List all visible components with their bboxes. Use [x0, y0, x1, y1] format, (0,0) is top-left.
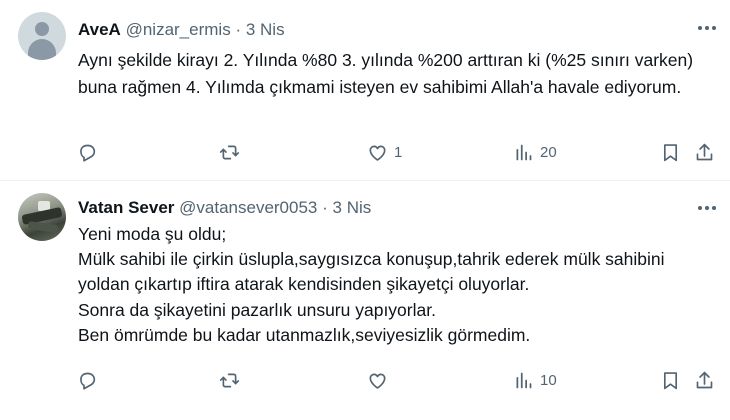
like-count: 1	[394, 143, 403, 161]
heart-icon	[369, 145, 386, 161]
retweet-button[interactable]	[219, 368, 240, 392]
share-upload-icon	[696, 371, 713, 388]
display-name[interactable]: AveA	[78, 20, 121, 39]
share-upload-icon	[696, 143, 713, 160]
share-button[interactable]	[694, 140, 715, 164]
bookmark-icon	[663, 371, 678, 389]
view-count: 20	[540, 143, 557, 161]
tweet-actions: 10	[77, 368, 717, 392]
reply-icon	[80, 372, 96, 390]
views-bar-chart-icon	[516, 372, 532, 388]
display-name[interactable]: Vatan Sever	[78, 198, 174, 217]
bookmark-icon	[663, 143, 678, 161]
views-button[interactable]: 10	[513, 368, 557, 392]
reply-button[interactable]	[77, 368, 98, 392]
tweet-date[interactable]: 3 Nis	[246, 20, 285, 39]
heart-icon	[369, 373, 386, 389]
view-count: 10	[540, 371, 557, 389]
separator-dot: ·	[322, 198, 328, 217]
reply-icon	[80, 144, 96, 162]
more-options-icon[interactable]	[698, 26, 716, 30]
reply-button[interactable]	[77, 140, 98, 164]
share-button[interactable]	[694, 368, 715, 392]
views-button[interactable]: 20	[513, 140, 557, 164]
bookmark-button[interactable]	[660, 368, 681, 392]
user-avatar[interactable]	[18, 193, 66, 241]
more-options-icon[interactable]	[698, 206, 716, 210]
retweet-icon	[219, 373, 240, 387]
avatar-body-shape	[28, 39, 56, 60]
retweet-button[interactable]	[219, 140, 240, 164]
bookmark-button[interactable]	[660, 140, 681, 164]
retweet-icon	[219, 145, 240, 159]
avatar-photo-detail	[27, 220, 59, 234]
tweet-text: Yeni moda şu oldu; Mülk sahibi ile çirki…	[78, 224, 665, 345]
separator-dot: ·	[235, 20, 242, 39]
like-button[interactable]: 1	[367, 140, 402, 164]
tweet-actions: 1 20	[77, 140, 717, 164]
tweet-text: Aynı şekilde kirayı 2. Yılında %80 3. yı…	[78, 50, 694, 97]
user-handle[interactable]: @vatansever0053	[179, 198, 317, 217]
user-avatar[interactable]	[18, 12, 66, 60]
tweet-date[interactable]: 3 Nis	[333, 198, 372, 217]
tweet[interactable]: Vatan Sever @vatansever0053 · 3 Nis Yeni…	[0, 181, 730, 420]
tweet-header: AveA @nizar_ermis · 3 Nis	[78, 19, 285, 41]
tweet-header: Vatan Sever @vatansever0053 · 3 Nis	[78, 197, 371, 219]
tweet[interactable]: AveA @nizar_ermis · 3 Nis Aynı şekilde k…	[0, 0, 730, 180]
views-bar-chart-icon	[516, 144, 532, 160]
user-handle[interactable]: @nizar_ermis	[126, 20, 231, 39]
avatar-head-shape	[35, 22, 49, 36]
like-button[interactable]	[367, 368, 388, 392]
